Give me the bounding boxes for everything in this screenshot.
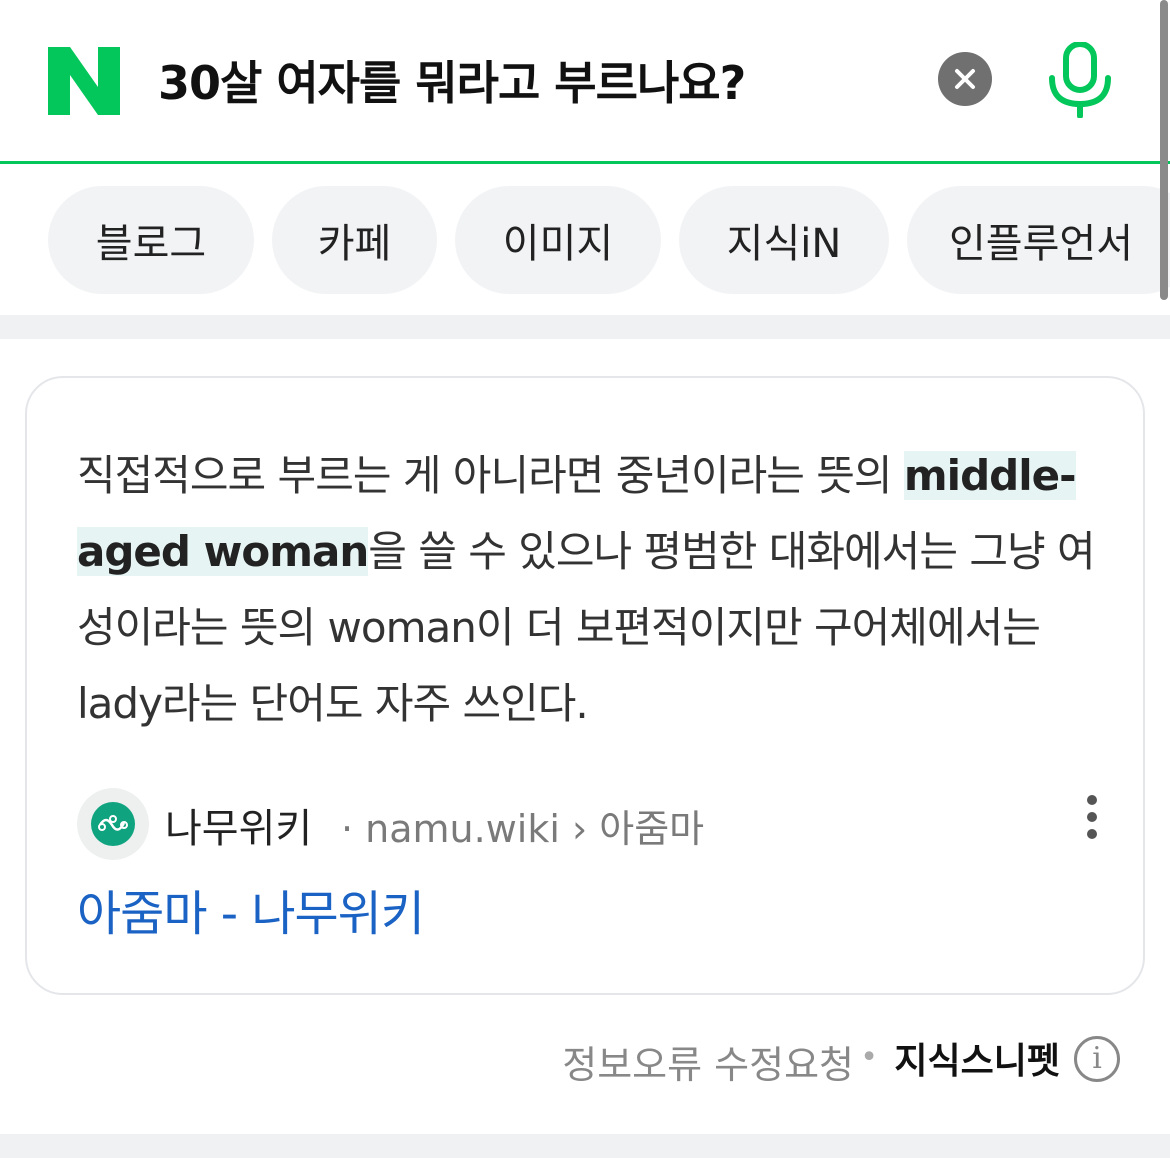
knowledge-snippet-brand: 지식스니펫 bbox=[894, 1041, 1060, 1082]
source-row[interactable]: 나무위키 · namu.wiki › 아줌마 bbox=[77, 788, 1107, 860]
report-error-link[interactable]: 정보오류 수정요청 bbox=[562, 1034, 854, 1089]
tab-cafe[interactable]: 카페 bbox=[272, 186, 437, 294]
separator-dot: • bbox=[860, 1040, 878, 1075]
info-icon[interactable]: i bbox=[1074, 1036, 1120, 1082]
tab-image[interactable]: 이미지 bbox=[455, 186, 661, 294]
source-name[interactable]: 나무위키 bbox=[165, 796, 312, 854]
section-divider-bottom bbox=[0, 1134, 1170, 1158]
namu-wiki-logo-icon bbox=[91, 802, 135, 846]
microphone-icon[interactable] bbox=[1046, 42, 1114, 118]
knowledge-snippet-card: 직접적으로 부르는 게 아니라면 중년이라는 뜻의 middle-aged wo… bbox=[25, 376, 1145, 995]
result-title-link[interactable]: 아줌마 - 나무위키 bbox=[77, 874, 425, 944]
more-options-icon[interactable] bbox=[1077, 792, 1107, 842]
snippet-footer: 정보오류 수정요청 • 지식스니펫 i bbox=[0, 1026, 1170, 1096]
naver-logo-icon[interactable] bbox=[48, 47, 120, 115]
snippet-text: 직접적으로 부르는 게 아니라면 중년이라는 뜻의 middle-aged wo… bbox=[77, 438, 1117, 742]
clear-search-button[interactable] bbox=[938, 52, 992, 106]
close-icon bbox=[955, 69, 975, 89]
source-avatar bbox=[77, 788, 149, 860]
search-header: 30살 여자를 뭐라고 부르나요? bbox=[0, 0, 1170, 164]
scrollbar[interactable] bbox=[1160, 0, 1168, 300]
search-results-page: 30살 여자를 뭐라고 부르나요? 블로그 카페 이미지 지식iN 인플루언서 … bbox=[0, 0, 1170, 1158]
source-url-path[interactable]: · namu.wiki › 아줌마 bbox=[341, 798, 704, 853]
section-divider bbox=[0, 315, 1170, 339]
search-query-input[interactable]: 30살 여자를 뭐라고 부르나요? bbox=[158, 50, 746, 116]
vertical-tabs: 블로그 카페 이미지 지식iN 인플루언서 bbox=[0, 167, 1170, 315]
tab-knowledge-in[interactable]: 지식iN bbox=[679, 186, 889, 294]
tab-blog[interactable]: 블로그 bbox=[48, 186, 254, 294]
tab-influencer[interactable]: 인플루언서 bbox=[907, 186, 1170, 294]
snippet-text-before: 직접적으로 부르는 게 아니라면 중년이라는 뜻의 bbox=[77, 451, 904, 500]
